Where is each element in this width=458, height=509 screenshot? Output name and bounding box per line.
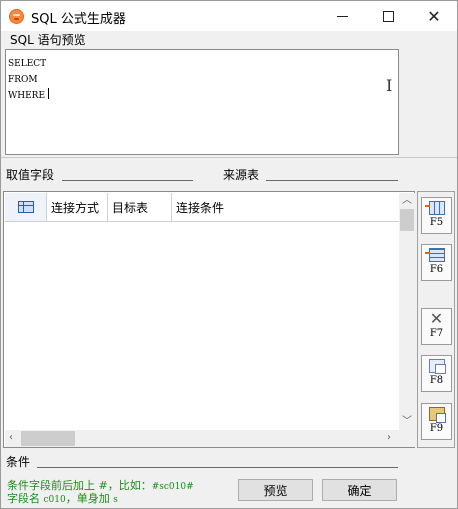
divider [1,157,457,158]
hint-line2-code2: s [113,495,118,505]
text-caret [48,88,50,99]
hint-line2-code: c010 [43,495,66,505]
f9-paste-button[interactable]: F9 [421,403,452,440]
grid-header-icon-cell[interactable] [5,193,47,221]
close-button[interactable]: ✕ [411,1,457,31]
side-toolbar: F5 F6 ✕ F7 F8 F9 [417,191,455,448]
vertical-scroll-thumb[interactable] [400,209,414,231]
hint-line2-text: 字段名 [7,492,44,505]
f9-key-label: F9 [429,423,444,434]
f5-key-label: F5 [429,217,444,228]
insert-row-icon [424,201,445,215]
scroll-up-icon[interactable]: ︿ [402,196,412,206]
join-grid[interactable]: 连接方式 目标表 连接条件 ︿ ﹀ ‹ › [3,191,415,448]
f6-key-label: F6 [429,264,444,275]
hint-line1-text: 条件字段前后加上 #，比如： [7,479,152,492]
horizontal-scroll-thumb[interactable] [21,431,75,446]
sql-line-where-text: WHERE [8,91,46,101]
f7-key-label: F7 [429,328,444,339]
f8-copy-button[interactable]: F8 [421,355,452,392]
sql-preview-label: SQL 语句预览 [10,33,86,47]
value-field-input[interactable] [62,164,193,181]
horizontal-scrollbar[interactable]: ‹ › [5,430,399,447]
f8-key-label: F8 [429,375,444,386]
condition-hint-text: 条件字段前后加上 #，比如：#sc010# 字段名 c010，单身加 s [7,480,194,506]
condition-input[interactable] [37,451,398,468]
sql-line-select: SELECT [8,59,47,69]
maximize-icon [382,10,394,22]
scroll-right-icon[interactable]: › [387,433,391,443]
paste-icon [428,407,446,423]
hint-line1-code: #sc010# [151,482,194,492]
column-header-join-condition[interactable]: 连接条件 [172,193,399,221]
column-header-join-type[interactable]: 连接方式 [47,193,108,221]
close-icon: ✕ [427,6,441,26]
window-title: SQL 公式生成器 [31,12,126,27]
f6-add-row-button[interactable]: F6 [421,244,452,281]
sql-preview-textarea[interactable]: SELECT FROM WHERE [5,49,399,155]
f5-insert-row-button[interactable]: F5 [421,197,452,234]
condition-label: 条件 [6,455,31,469]
source-table-input[interactable] [266,164,398,181]
ibeam-cursor-icon: I [386,76,393,95]
sql-line-where: WHERE [8,88,398,104]
copy-icon [428,359,446,374]
vertical-scrollbar[interactable]: ︿ ﹀ [399,193,415,430]
minimize-icon [336,15,348,17]
maximize-button[interactable] [365,1,411,31]
value-field-label: 取值字段 [6,168,55,182]
table-icon [17,201,34,213]
scroll-left-icon[interactable]: ‹ [9,433,13,443]
sql-line-from: FROM [8,75,38,85]
scrollbar-corner [399,430,415,447]
ok-button[interactable]: 确定 [322,479,397,501]
sql-formula-builder-window: SQL 公式生成器 ✕ SQL 语句预览 SELECT FROM WHERE I… [0,0,458,509]
preview-button[interactable]: 预览 [238,479,313,501]
title-bar: SQL 公式生成器 ✕ [1,1,457,31]
minimize-button[interactable] [319,1,365,31]
column-header-target-table[interactable]: 目标表 [108,193,172,221]
add-row-icon [424,248,445,262]
hint-line2-mid: ，单身加 [65,492,114,505]
app-icon [9,9,24,24]
scroll-down-icon[interactable]: ﹀ [402,417,412,427]
delete-icon: ✕ [429,309,444,328]
grid-header: 连接方式 目标表 连接条件 [5,193,399,222]
source-table-label: 来源表 [223,168,260,182]
f7-delete-button[interactable]: ✕ F7 [421,308,452,345]
